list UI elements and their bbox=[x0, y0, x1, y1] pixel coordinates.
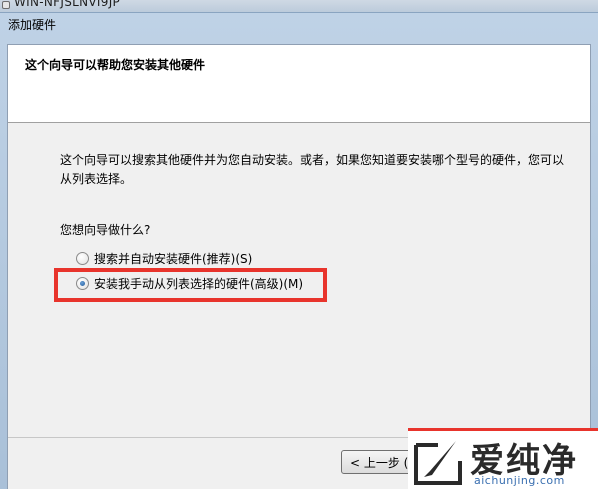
brand-logo-icon bbox=[414, 441, 462, 485]
add-hardware-dialog: 添加硬件 这个向导可以帮助您安装其他硬件 这个向导可以搜索其他硬件并为您自动安装… bbox=[0, 12, 598, 489]
background-window-titlebar: WIN-NFJSLNVI9JP bbox=[0, 0, 598, 12]
radio-auto-search[interactable] bbox=[76, 251, 89, 265]
option-manual-list-label: 安装我手动从列表选择的硬件(高级)(M) bbox=[94, 276, 304, 291]
radio-manual-list[interactable] bbox=[76, 276, 89, 290]
wizard-description: 这个向导可以搜索其他硬件并为您自动安装。或者，如果您知道要安装哪个型号的硬件，您… bbox=[60, 153, 565, 186]
background-window-title: WIN-NFJSLNVI9JP bbox=[14, 0, 121, 9]
wizard-header: 这个向导可以帮助您安装其他硬件 bbox=[8, 45, 590, 123]
watermark-logo: 爱纯净 aichunjing.com bbox=[408, 428, 598, 489]
dialog-titlebar[interactable]: 添加硬件 bbox=[0, 13, 598, 35]
option-manual-list[interactable]: 安装我手动从列表选择的硬件(高级)(M) bbox=[76, 274, 303, 292]
computer-icon bbox=[2, 1, 10, 9]
dialog-title: 添加硬件 bbox=[8, 18, 57, 32]
watermark-url: aichunjing.com bbox=[474, 474, 565, 487]
wizard-header-title: 这个向导可以帮助您安装其他硬件 bbox=[25, 58, 206, 72]
wizard-page: 这个向导可以帮助您安装其他硬件 这个向导可以搜索其他硬件并为您自动安装。或者，如… bbox=[7, 44, 591, 489]
option-auto-search[interactable]: 搜索并自动安装硬件(推荐)(S) bbox=[76, 249, 252, 267]
wizard-question: 您想向导做什么? bbox=[60, 223, 151, 237]
option-auto-search-label: 搜索并自动安装硬件(推荐)(S) bbox=[94, 251, 253, 266]
